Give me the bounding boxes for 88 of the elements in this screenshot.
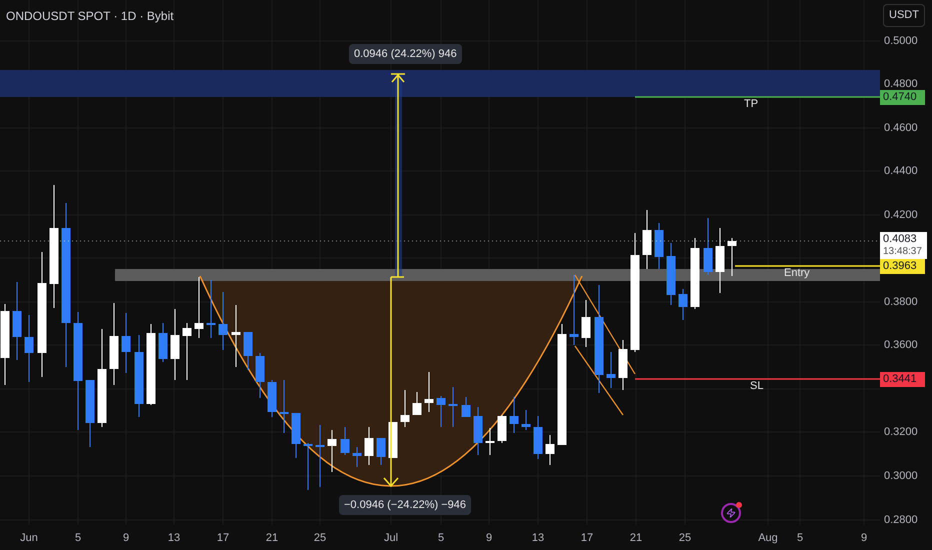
measure-label: 0.0946 (24.22%) 946 — [349, 44, 462, 64]
time-axis-label: 25 — [312, 531, 328, 545]
time-axis-label: 5 — [796, 531, 804, 545]
candle — [292, 412, 300, 458]
candle — [218, 292, 228, 350]
candle — [364, 426, 374, 466]
candle — [182, 322, 192, 380]
candle — [352, 446, 362, 468]
candle — [122, 312, 130, 374]
level-label: Entry — [784, 267, 810, 280]
price-axis-label: 0.3600 — [884, 338, 918, 352]
time-axis-label: 5 — [74, 531, 82, 545]
candle — [462, 396, 470, 418]
lightning-icon[interactable] — [721, 503, 741, 523]
price-axis-label: 0.2800 — [884, 513, 918, 527]
candle — [448, 386, 458, 428]
candle — [522, 410, 530, 430]
candle — [316, 424, 324, 488]
level-label: TP — [744, 98, 758, 111]
candle — [24, 314, 34, 382]
time-axis-label: 17 — [216, 531, 230, 545]
bar-countdown: 13:48:37 — [883, 246, 923, 258]
candle — [400, 390, 410, 428]
time-axis-label: 13 — [166, 531, 182, 545]
last-price: 0.4083 — [883, 233, 918, 246]
candle — [716, 228, 724, 294]
price-axis-label: 0.4800 — [884, 77, 918, 91]
chart-title: ONDOUSDT SPOT · 1D · Bybit — [6, 8, 174, 25]
candle — [194, 276, 204, 338]
price-tag: 0.3441 — [880, 372, 925, 387]
candle — [546, 434, 554, 466]
candle — [690, 238, 700, 310]
candle — [256, 352, 264, 398]
time-axis-label: Jun — [19, 531, 39, 545]
trend-line — [574, 346, 624, 416]
candle — [654, 222, 664, 270]
candle — [376, 438, 386, 466]
time-axis-label: 21 — [628, 531, 644, 545]
time-axis-label: 9 — [484, 531, 494, 545]
currency-button[interactable]: USDT — [883, 4, 925, 27]
time-axis-label: 9 — [122, 531, 130, 545]
candle — [328, 430, 336, 472]
candle — [158, 322, 168, 362]
candle — [704, 218, 712, 276]
candle — [170, 308, 180, 380]
candle — [268, 380, 276, 418]
time-axis-label: 13 — [530, 531, 546, 545]
candle — [232, 304, 240, 368]
candle — [728, 238, 736, 276]
candle — [206, 280, 216, 338]
time-axis-label: 9 — [860, 531, 868, 545]
candle — [510, 396, 518, 434]
price-tag: 0.3963 — [880, 259, 925, 274]
price-axis-label: 0.3000 — [884, 469, 918, 483]
time-axis-label: 21 — [264, 531, 280, 545]
candle — [280, 380, 288, 434]
candle — [582, 300, 590, 348]
price-tag: 0.4740 — [880, 90, 925, 105]
candle — [606, 352, 616, 388]
candle — [618, 340, 628, 390]
candle — [666, 242, 676, 306]
price-axis-label: 0.3200 — [884, 425, 918, 439]
time-axis-label: Jul — [382, 531, 400, 545]
price-axis-label: 0.4400 — [884, 164, 918, 178]
price-axis-label: 0.5000 — [884, 34, 918, 48]
time-axis-label: 25 — [678, 531, 692, 545]
candle — [436, 396, 446, 428]
candle — [486, 428, 494, 456]
candle — [474, 406, 482, 456]
price-axis-label: 0.4200 — [884, 208, 918, 222]
candle — [534, 416, 542, 460]
measure-label: −0.0946 (−24.22%) −946 — [339, 495, 472, 515]
price-axis-label: 0.3800 — [884, 295, 918, 309]
time-axis-label: Aug — [757, 531, 779, 545]
time-axis-label: 5 — [436, 531, 446, 545]
candle — [244, 332, 252, 370]
candle — [86, 380, 94, 448]
candle — [642, 210, 652, 270]
candle — [678, 288, 688, 320]
candle — [570, 274, 578, 346]
candle — [498, 414, 506, 444]
level-label: SL — [750, 380, 764, 393]
candle — [412, 392, 422, 416]
time-axis-label: 17 — [580, 531, 594, 545]
price-axis-label: 0.4600 — [884, 121, 918, 135]
candle — [304, 442, 312, 490]
candle — [340, 426, 350, 456]
candle — [424, 372, 434, 412]
